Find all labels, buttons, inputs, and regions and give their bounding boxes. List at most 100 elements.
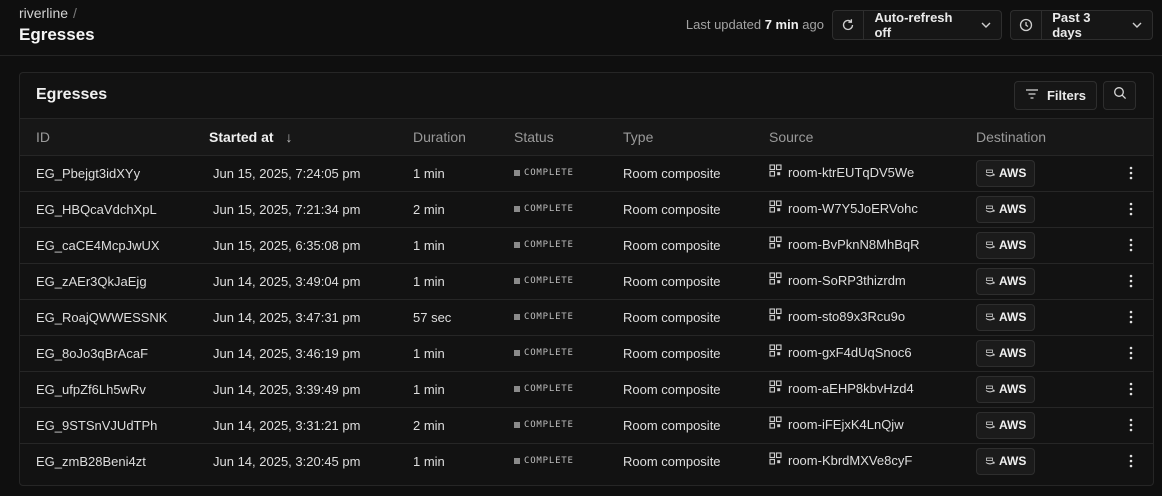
- egress-id[interactable]: EG_HBQcaVdchXpL: [20, 191, 193, 227]
- source-room-link[interactable]: room-KbrdMXVe8cyF: [788, 453, 912, 468]
- more-vertical-icon[interactable]: [1106, 202, 1153, 216]
- auto-refresh-button[interactable]: Auto-refresh off: [832, 10, 1002, 40]
- table-row[interactable]: EG_ufpZf6Lh5wRv Jun 14, 2025, 3:39:49 pm…: [20, 371, 1153, 407]
- more-vertical-icon[interactable]: [1106, 382, 1153, 396]
- table-row[interactable]: EG_9STSnVJUdTPh Jun 14, 2025, 3:31:21 pm…: [20, 407, 1153, 443]
- egress-table: ID Started at ↓ Duration Status Type Sou…: [20, 119, 1153, 479]
- breadcrumb-org-link[interactable]: riverline: [19, 5, 68, 21]
- status-cell: COMPLETE: [498, 191, 607, 227]
- status-label: COMPLETE: [524, 384, 574, 394]
- aws-logo-icon: [985, 202, 995, 216]
- source-room-link[interactable]: room-iFEjxK4LnQjw: [788, 417, 904, 432]
- destination-badge: AWS: [976, 375, 1036, 403]
- more-vertical-icon[interactable]: [1106, 454, 1153, 468]
- source-room-link[interactable]: room-aEHP8kbvHzd4: [788, 381, 914, 396]
- egress-id[interactable]: EG_8oJo3qBrAcaF: [20, 335, 193, 371]
- table-row[interactable]: EG_zAEr3QkJaEjg Jun 14, 2025, 3:49:04 pm…: [20, 263, 1153, 299]
- table-row[interactable]: EG_HBQcaVdchXpL Jun 15, 2025, 7:21:34 pm…: [20, 191, 1153, 227]
- egress-id[interactable]: EG_caCE4McpJwUX: [20, 227, 193, 263]
- table-row[interactable]: EG_Pbejgt3idXYy Jun 15, 2025, 7:24:05 pm…: [20, 155, 1153, 191]
- type: Room composite: [623, 453, 721, 469]
- more-vertical-icon[interactable]: [1106, 274, 1153, 288]
- column-header-duration[interactable]: Duration: [397, 119, 498, 155]
- source-room-link[interactable]: room-BvPknN8MhBqR: [788, 237, 920, 252]
- status-label: COMPLETE: [524, 348, 574, 358]
- destination-label: AWS: [999, 238, 1027, 252]
- more-vertical-icon[interactable]: [1106, 310, 1153, 324]
- source-room-link[interactable]: room-gxF4dUqSnoc6: [788, 345, 912, 360]
- status-label: COMPLETE: [524, 204, 574, 214]
- status-square-icon: [514, 386, 520, 392]
- status-badge: COMPLETE: [514, 204, 607, 214]
- started-at: Jun 14, 2025, 3:39:49 pm: [213, 381, 361, 397]
- source-cell: room-SoRP3thizrdm: [753, 263, 960, 299]
- egress-id[interactable]: EG_9STSnVJUdTPh: [20, 407, 193, 443]
- page-title: Egresses: [19, 25, 95, 44]
- egress-id[interactable]: EG_ufpZf6Lh5wRv: [20, 371, 193, 407]
- more-vertical-icon[interactable]: [1106, 238, 1153, 252]
- source-room-link[interactable]: room-sto89x3Rcu9o: [788, 309, 905, 324]
- duration: 1 min: [413, 381, 445, 397]
- column-header-started-at[interactable]: Started at ↓: [193, 119, 397, 155]
- table-row[interactable]: EG_caCE4McpJwUX Jun 15, 2025, 6:35:08 pm…: [20, 227, 1153, 263]
- destination-label: AWS: [999, 310, 1027, 324]
- source-cell: room-gxF4dUqSnoc6: [753, 335, 960, 371]
- more-vertical-icon[interactable]: [1106, 166, 1153, 180]
- source-room-link[interactable]: room-ktrEUTqDV5We: [788, 165, 914, 180]
- column-header-destination[interactable]: Destination: [960, 119, 1090, 155]
- destination-cell: AWS: [960, 335, 1090, 371]
- table-row[interactable]: EG_8oJo3qBrAcaF Jun 14, 2025, 3:46:19 pm…: [20, 335, 1153, 371]
- destination-badge: AWS: [976, 267, 1036, 295]
- column-header-source[interactable]: Source: [753, 119, 960, 155]
- actions-cell: [1090, 335, 1153, 371]
- egress-id[interactable]: EG_RoajQWWESSNK: [20, 299, 193, 335]
- status-label: COMPLETE: [524, 276, 574, 286]
- status-badge: COMPLETE: [514, 312, 607, 322]
- time-range-button[interactable]: Past 3 days: [1010, 10, 1153, 40]
- aws-logo-icon: [985, 454, 995, 468]
- source-room-link[interactable]: room-W7Y5JoERVohc: [788, 201, 918, 216]
- source-cell: room-W7Y5JoERVohc: [753, 191, 960, 227]
- duration: 1 min: [413, 345, 445, 361]
- table-row[interactable]: EG_zmB28Beni4zt Jun 14, 2025, 3:20:45 pm…: [20, 443, 1153, 479]
- type: Room composite: [623, 345, 721, 361]
- panel-title: Egresses: [36, 86, 108, 103]
- panel-header: Egresses Filters: [20, 73, 1153, 119]
- status-badge: COMPLETE: [514, 456, 607, 466]
- column-header-status[interactable]: Status: [498, 119, 607, 155]
- destination-cell: AWS: [960, 227, 1090, 263]
- destination-badge: AWS: [976, 159, 1036, 187]
- filters-button[interactable]: Filters: [1013, 81, 1097, 110]
- destination-cell: AWS: [960, 443, 1090, 479]
- more-vertical-icon[interactable]: [1106, 418, 1153, 432]
- refresh-icon[interactable]: [833, 11, 865, 39]
- search-button[interactable]: [1103, 81, 1136, 110]
- more-vertical-icon[interactable]: [1106, 346, 1153, 360]
- status-square-icon: [514, 422, 520, 428]
- egress-id[interactable]: EG_zAEr3QkJaEjg: [20, 263, 193, 299]
- filter-icon: [1025, 88, 1039, 103]
- egress-id[interactable]: EG_Pbejgt3idXYy: [20, 155, 193, 191]
- column-header-type[interactable]: Type: [607, 119, 753, 155]
- egress-id[interactable]: EG_zmB28Beni4zt: [20, 443, 193, 479]
- aws-logo-icon: [985, 166, 995, 180]
- breadcrumb-separator: /: [73, 5, 77, 21]
- chevron-down-icon: [1132, 22, 1152, 28]
- auto-refresh-label: Auto-refresh off: [874, 10, 953, 40]
- destination-badge: AWS: [976, 303, 1036, 331]
- table-row[interactable]: EG_RoajQWWESSNK Jun 14, 2025, 3:47:31 pm…: [20, 299, 1153, 335]
- column-header-id[interactable]: ID: [20, 119, 193, 155]
- status-badge: COMPLETE: [514, 384, 607, 394]
- status-badge: COMPLETE: [514, 420, 607, 430]
- duration: 1 min: [413, 273, 445, 289]
- time-range-label: Past 3 days: [1052, 10, 1091, 40]
- started-at: Jun 15, 2025, 7:24:05 pm: [213, 165, 361, 181]
- actions-cell: [1090, 443, 1153, 479]
- type: Room composite: [623, 237, 721, 253]
- destination-badge: AWS: [976, 231, 1036, 259]
- actions-cell: [1090, 227, 1153, 263]
- aws-logo-icon: [985, 238, 995, 252]
- source-room-link[interactable]: room-SoRP3thizrdm: [788, 273, 906, 288]
- status-square-icon: [514, 350, 520, 356]
- actions-cell: [1090, 191, 1153, 227]
